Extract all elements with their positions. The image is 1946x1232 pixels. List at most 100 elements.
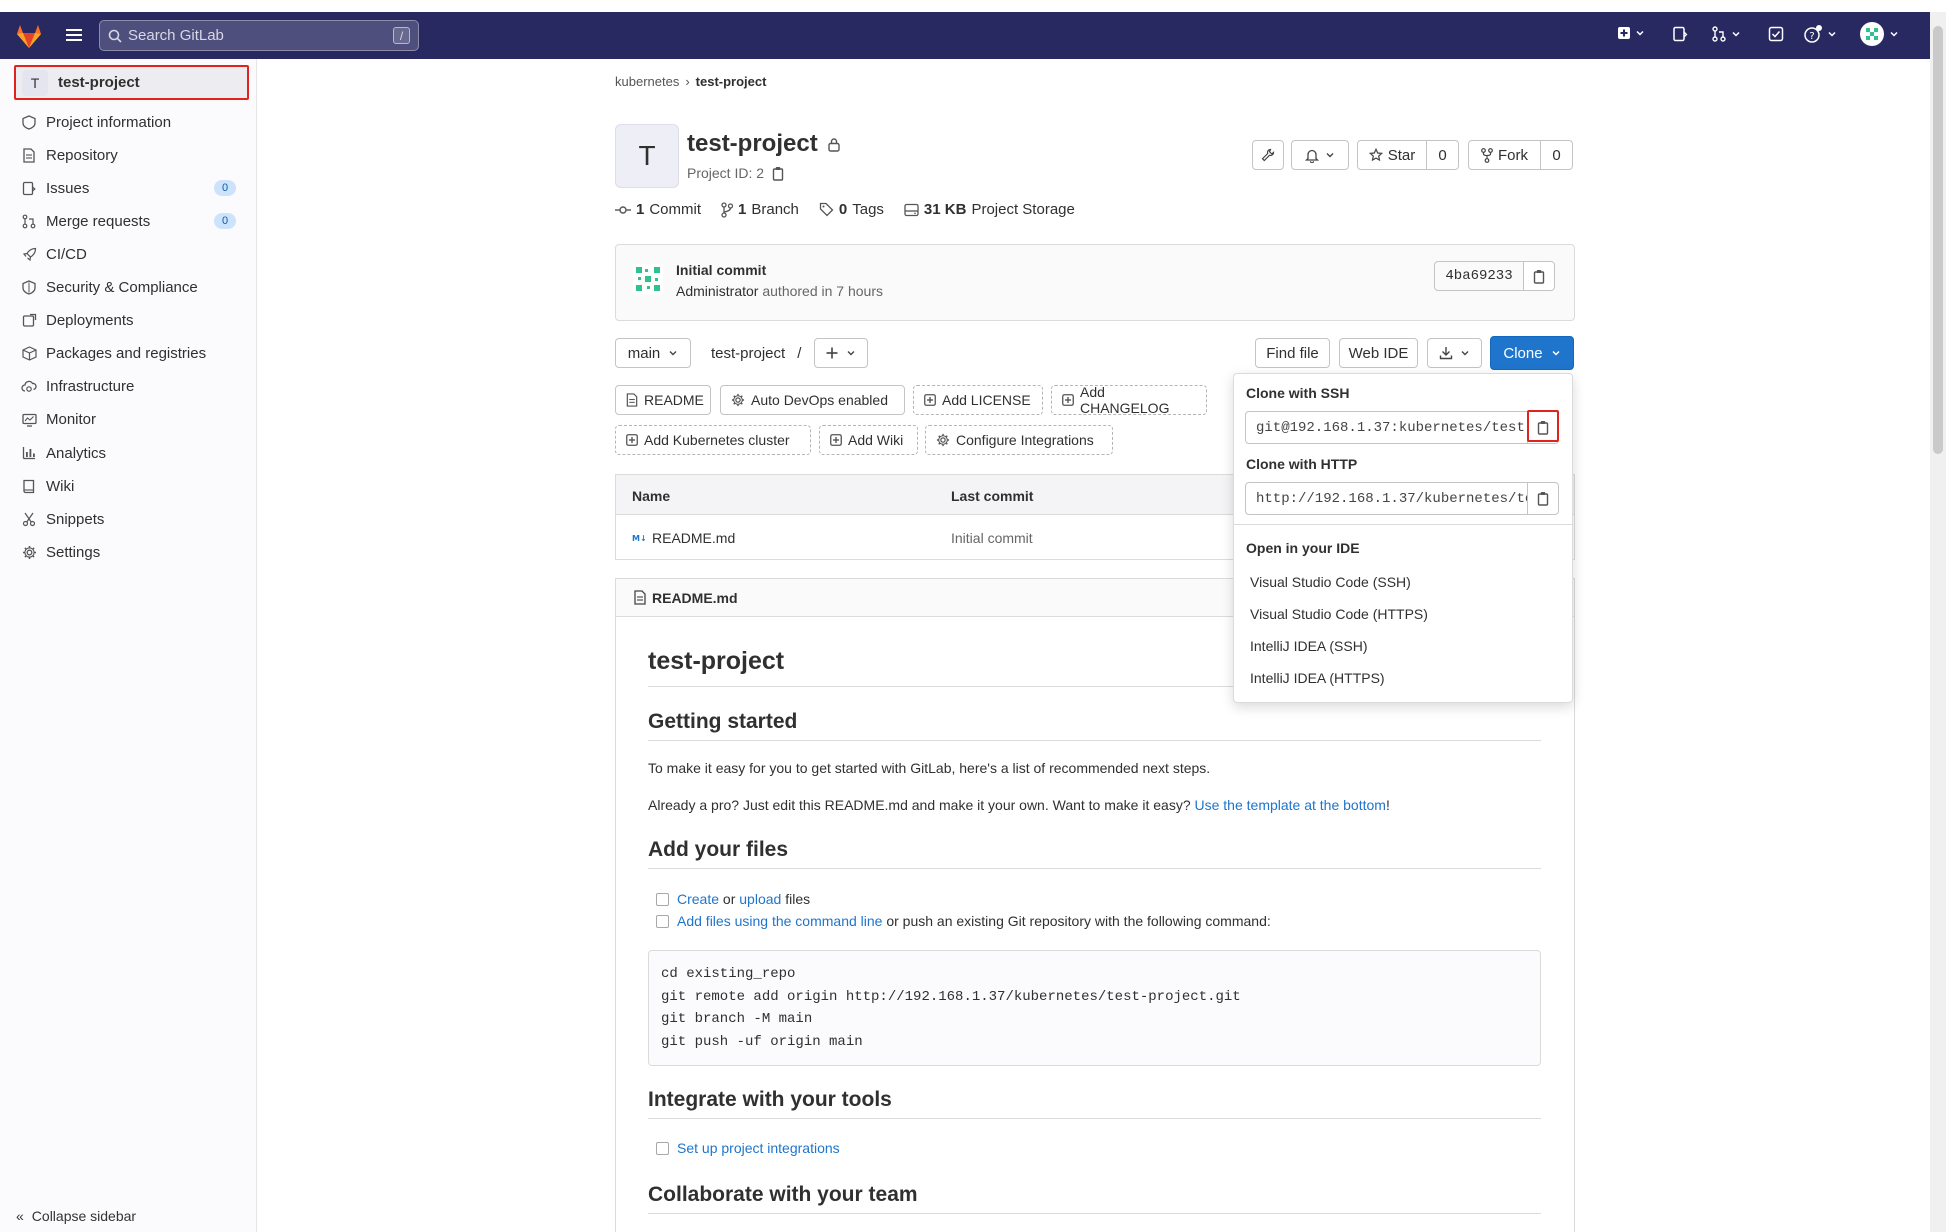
notification-dropdown[interactable] (1291, 140, 1349, 170)
task1-suffix: files (781, 891, 811, 907)
sidebar-item-packages-and-registries[interactable]: Packages and registries (20, 339, 240, 369)
commits-stat[interactable]: 1 Commit (615, 201, 701, 218)
fork-button[interactable]: Fork (1468, 140, 1541, 170)
sidebar-item-infrastructure[interactable]: Infrastructure (20, 372, 240, 402)
code-line: git remote add origin http://192.168.1.3… (661, 988, 1241, 1005)
copy-http-url-button[interactable] (1527, 482, 1559, 515)
commit-title[interactable]: Initial commit (676, 262, 766, 278)
sidebar-item-label: Packages and registries (46, 345, 207, 363)
sidebar-item-repository[interactable]: Repository (20, 140, 240, 170)
shortcut-add-kubernetes-cluster[interactable]: Add Kubernetes cluster (615, 425, 811, 455)
chevron-down-icon (846, 348, 856, 358)
command-line-link[interactable]: Add files using the command line (677, 913, 882, 929)
collapse-sidebar-button[interactable]: « Collapse sidebar (16, 1208, 136, 1224)
sidebar-item-label: Analytics (46, 444, 107, 462)
commit-sha[interactable]: 4ba69233 (1434, 261, 1524, 291)
bell-icon (1305, 148, 1319, 163)
sidebar-item-settings[interactable]: Settings (20, 537, 240, 567)
sidebar-item-merge-requests[interactable]: Merge requests 0 (20, 206, 240, 236)
sidebar-item-label: Wiki (46, 477, 75, 495)
ide-item-intellij-ssh[interactable]: IntelliJ IDEA (SSH) (1250, 638, 1367, 654)
shortcut-add-license[interactable]: Add LICENSE (913, 385, 1043, 415)
commit-meta: Administrator authored in 7 hours (676, 283, 883, 299)
clone-dropdown-button[interactable]: Clone (1490, 336, 1574, 370)
plus-square-icon (1062, 394, 1074, 406)
highlight-box (1527, 410, 1559, 442)
ide-item-vscode-ssh[interactable]: Visual Studio Code (SSH) (1250, 574, 1411, 590)
page-scrollbar-thumb[interactable] (1933, 26, 1943, 454)
shortcut-readme[interactable]: README (615, 385, 711, 415)
branches-stat[interactable]: 1 Branch (721, 201, 799, 218)
task-checkbox[interactable] (656, 914, 669, 928)
branches-label: Branch (751, 201, 799, 218)
column-name: Name (632, 488, 671, 504)
readme-filename[interactable]: README.md (652, 590, 738, 606)
count-badge: 0 (214, 180, 236, 197)
find-file-button[interactable]: Find file (1255, 338, 1330, 368)
task-checkbox[interactable] (656, 892, 669, 906)
search-placeholder: Search GitLab (128, 27, 224, 44)
menu-icon[interactable] (64, 25, 84, 45)
file-last-commit[interactable]: Initial commit (951, 530, 1033, 546)
clone-http-url-field[interactable]: http://192.168.1.37/kubernetes/test-proj… (1245, 482, 1528, 515)
clone-ssh-label: Clone with SSH (1246, 385, 1350, 401)
file-name-cell[interactable]: M↓ README.md (632, 530, 735, 546)
help-dropdown[interactable]: ? (1803, 24, 1837, 44)
commit-author-avatar[interactable] (633, 264, 663, 294)
sidebar-item-monitor[interactable]: Monitor (20, 405, 240, 435)
shortcut-add-changelog[interactable]: Add CHANGELOG (1051, 384, 1207, 416)
ide-item-vscode-https[interactable]: Visual Studio Code (HTTPS) (1250, 606, 1428, 622)
breadcrumb-parent[interactable]: kubernetes (615, 74, 679, 89)
shortcut-configure-integrations[interactable]: Configure Integrations (925, 425, 1113, 455)
task-checkbox[interactable] (656, 1141, 669, 1155)
merge-requests-nav[interactable] (1711, 26, 1741, 42)
download-dropdown[interactable] (1427, 338, 1482, 368)
ide-item-intellij-https[interactable]: IntelliJ IDEA (HTTPS) (1250, 670, 1385, 686)
issues-nav-icon[interactable] (1672, 26, 1688, 42)
sidebar-item-analytics[interactable]: Analytics (20, 438, 240, 468)
sidebar-item-snippets[interactable]: Snippets (20, 504, 240, 534)
readme-paragraph: To make it easy for you to get started w… (648, 760, 1211, 776)
top-strip (0, 0, 1946, 12)
user-menu[interactable] (1860, 22, 1899, 46)
shortcut-auto-devops-enabled[interactable]: Auto DevOps enabled (720, 385, 905, 415)
create-new-dropdown[interactable] (1617, 26, 1645, 40)
copy-sha-button[interactable] (1523, 261, 1555, 291)
add-to-tree-dropdown[interactable] (814, 338, 868, 368)
sidebar-item-deployments[interactable]: Deployments (20, 306, 240, 336)
todo-icon[interactable] (1768, 26, 1784, 42)
tags-stat[interactable]: 0 Tags (819, 201, 884, 218)
shortcut-label: Add LICENSE (942, 392, 1031, 408)
commit-author[interactable]: Administrator (676, 283, 758, 299)
copy-icon[interactable] (772, 166, 785, 181)
star-button[interactable]: Star (1357, 140, 1427, 170)
admin-wrench-button[interactable] (1252, 140, 1284, 170)
template-link[interactable]: Use the template at the bottom (1195, 797, 1386, 813)
create-link[interactable]: Create (677, 891, 719, 907)
integrations-link[interactable]: Set up project integrations (677, 1140, 840, 1156)
clone-ssh-url-field[interactable]: git@192.168.1.37:kubernetes/test-project… (1245, 411, 1528, 444)
star-count[interactable]: 0 (1427, 140, 1459, 170)
sidebar-item-issues[interactable]: Issues 0 (20, 173, 240, 203)
web-ide-button[interactable]: Web IDE (1339, 338, 1418, 368)
shortcut-add-wiki[interactable]: Add Wiki (819, 425, 918, 455)
upload-link[interactable]: upload (739, 891, 781, 907)
storage-stat[interactable]: 31 KB Project Storage (904, 201, 1075, 218)
sidebar-item-security-compliance[interactable]: Security & Compliance (20, 273, 240, 303)
shortcut-label: README (644, 392, 704, 408)
sidebar-project-header[interactable]: T test-project (14, 65, 249, 100)
sidebar-item-project-information[interactable]: Project information (20, 107, 240, 137)
plus-square-icon (830, 434, 842, 446)
search-input[interactable]: Search GitLab / (99, 20, 419, 51)
sidebar-item-wiki[interactable]: Wiki (20, 471, 240, 501)
chevron-down-icon (1551, 348, 1561, 358)
repo-path-root[interactable]: test-project (711, 345, 785, 362)
project-stats: 1 Commit 1 Branch 0 Tags 31 KB Project S… (615, 201, 1095, 218)
clone-label: Clone (1503, 344, 1543, 362)
sidebar-item-label: Deployments (46, 312, 134, 330)
gitlab-logo-icon[interactable] (14, 21, 44, 51)
fork-count[interactable]: 0 (1541, 140, 1573, 170)
sidebar-item-ci-cd[interactable]: CI/CD (20, 239, 240, 269)
branch-selector[interactable]: main (615, 338, 691, 368)
breadcrumb-current[interactable]: test-project (696, 74, 767, 89)
